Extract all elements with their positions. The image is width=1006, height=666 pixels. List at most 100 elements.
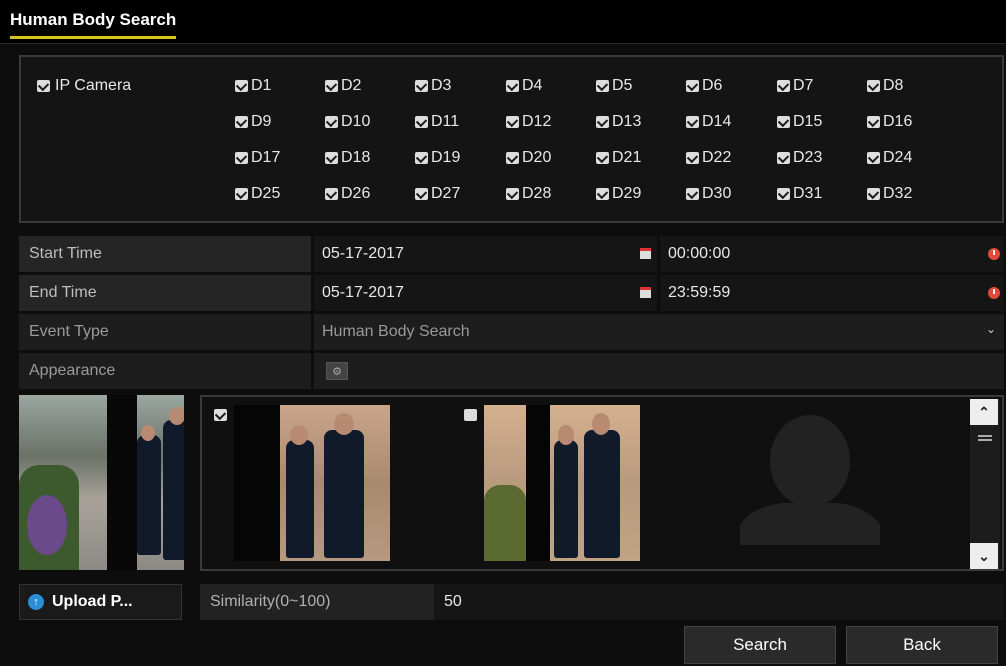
checkbox-icon[interactable] (867, 188, 880, 200)
result-image-2[interactable] (484, 405, 640, 561)
checkbox-icon[interactable] (777, 116, 790, 128)
channel-label: D7 (793, 77, 814, 94)
scroll-thumb[interactable] (978, 435, 992, 441)
checkbox-icon[interactable] (867, 152, 880, 164)
result-image-1[interactable] (234, 405, 390, 561)
channel-checkbox-d22[interactable]: D22 (686, 149, 731, 167)
checkbox-icon[interactable] (325, 80, 338, 92)
channel-checkbox-d1[interactable]: D1 (235, 77, 271, 95)
channel-checkbox-d18[interactable]: D18 (325, 149, 370, 167)
channel-checkbox-d24[interactable]: D24 (867, 149, 912, 167)
checkbox-icon[interactable] (325, 152, 338, 164)
calendar-icon[interactable] (640, 248, 651, 259)
checkbox-icon[interactable] (415, 116, 428, 128)
scroll-down-button[interactable]: ⌄ (970, 543, 998, 569)
channel-checkbox-d27[interactable]: D27 (415, 185, 460, 203)
channel-checkbox-d32[interactable]: D32 (867, 185, 912, 203)
channel-checkbox-d23[interactable]: D23 (777, 149, 822, 167)
channel-checkbox-d15[interactable]: D15 (777, 113, 822, 131)
start-time-label: Start Time (19, 236, 311, 272)
channel-checkbox-d28[interactable]: D28 (506, 185, 551, 203)
channel-checkbox-d25[interactable]: D25 (235, 185, 280, 203)
calendar-icon[interactable] (640, 287, 651, 298)
checkbox-icon[interactable] (415, 188, 428, 200)
start-date-field[interactable]: 05-17-2017 (314, 236, 657, 272)
channel-label: D18 (341, 149, 371, 166)
channel-checkbox-d10[interactable]: D10 (325, 113, 370, 131)
checkbox-icon[interactable] (777, 152, 790, 164)
checkbox-icon[interactable] (235, 152, 248, 164)
channel-checkbox-d7[interactable]: D7 (777, 77, 813, 95)
checkbox-icon[interactable] (867, 80, 880, 92)
end-time-field[interactable]: 23:59:59 (660, 275, 1004, 311)
channel-checkbox-d2[interactable]: D2 (325, 77, 361, 95)
channel-checkbox-d16[interactable]: D16 (867, 113, 912, 131)
channel-checkbox-d26[interactable]: D26 (325, 185, 370, 203)
channel-checkbox-d3[interactable]: D3 (415, 77, 451, 95)
checkbox-icon[interactable] (235, 188, 248, 200)
checkbox-icon[interactable] (596, 152, 609, 164)
checkbox-icon[interactable] (867, 116, 880, 128)
channel-checkbox-d21[interactable]: D21 (596, 149, 641, 167)
channel-checkbox-d11[interactable]: D11 (415, 113, 459, 131)
channel-checkbox-d17[interactable]: D17 (235, 149, 280, 167)
uploaded-picture-thumbnail[interactable] (19, 395, 184, 570)
event-type-select[interactable]: Human Body Search ⌄ (314, 314, 1004, 350)
ip-camera-checkbox[interactable]: IP Camera (37, 77, 131, 95)
clock-icon[interactable] (988, 287, 1000, 299)
channel-checkbox-d6[interactable]: D6 (686, 77, 722, 95)
channel-checkbox-d20[interactable]: D20 (506, 149, 551, 167)
channel-checkbox-d12[interactable]: D12 (506, 113, 551, 131)
checkbox-icon[interactable] (777, 188, 790, 200)
checkbox-icon[interactable] (686, 188, 699, 200)
channel-checkbox-d19[interactable]: D19 (415, 149, 460, 167)
upload-icon: ↑ (28, 594, 44, 610)
channel-checkbox-d30[interactable]: D30 (686, 185, 731, 203)
channel-checkbox-d8[interactable]: D8 (867, 77, 903, 95)
channel-checkbox-d9[interactable]: D9 (235, 113, 271, 131)
results-scrollbar[interactable]: ⌃ ⌄ (970, 399, 1000, 569)
checkbox-icon[interactable] (686, 152, 699, 164)
checkbox-icon[interactable] (777, 80, 790, 92)
channel-checkbox-d5[interactable]: D5 (596, 77, 632, 95)
channel-label: D1 (251, 77, 272, 94)
checkbox-icon[interactable] (686, 116, 699, 128)
result-checkbox-2[interactable] (464, 409, 477, 421)
checkbox-icon[interactable] (506, 152, 519, 164)
end-date-field[interactable]: 05-17-2017 (314, 275, 657, 311)
checkbox-icon[interactable] (506, 116, 519, 128)
checkbox-icon[interactable] (506, 188, 519, 200)
clock-icon[interactable] (988, 248, 1000, 260)
upload-picture-button[interactable]: ↑ Upload P... (19, 584, 182, 620)
channel-checkbox-d29[interactable]: D29 (596, 185, 641, 203)
channel-checkbox-d31[interactable]: D31 (777, 185, 822, 203)
checkbox-icon[interactable] (596, 116, 609, 128)
channel-label: D22 (702, 149, 732, 166)
channel-checkbox-d13[interactable]: D13 (596, 113, 641, 131)
channel-checkbox-d4[interactable]: D4 (506, 77, 542, 95)
channel-label: D23 (793, 149, 823, 166)
similarity-input[interactable]: 50 (434, 584, 1004, 620)
channel-checkbox-d14[interactable]: D14 (686, 113, 731, 131)
page-title[interactable]: Human Body Search (10, 10, 177, 39)
ip-camera-label: IP Camera (55, 77, 132, 94)
gear-icon[interactable]: ⚙ (326, 362, 348, 380)
checkbox-icon[interactable] (415, 80, 428, 92)
checkbox-icon[interactable] (325, 188, 338, 200)
checkbox-icon[interactable] (596, 188, 609, 200)
search-button[interactable]: Search (684, 626, 836, 664)
back-button[interactable]: Back (846, 626, 998, 664)
checkbox-icon[interactable] (37, 80, 50, 92)
checkbox-icon[interactable] (596, 80, 609, 92)
checkbox-icon[interactable] (686, 80, 699, 92)
scroll-up-button[interactable]: ⌃ (970, 399, 998, 425)
checkbox-icon[interactable] (235, 80, 248, 92)
checkbox-icon[interactable] (235, 116, 248, 128)
result-checkbox-1[interactable] (214, 409, 227, 421)
checkbox-icon[interactable] (325, 116, 338, 128)
checkbox-icon[interactable] (506, 80, 519, 92)
channel-label: D32 (883, 185, 913, 202)
start-time-field[interactable]: 00:00:00 (660, 236, 1004, 272)
channel-label: D10 (341, 113, 371, 130)
checkbox-icon[interactable] (415, 152, 428, 164)
